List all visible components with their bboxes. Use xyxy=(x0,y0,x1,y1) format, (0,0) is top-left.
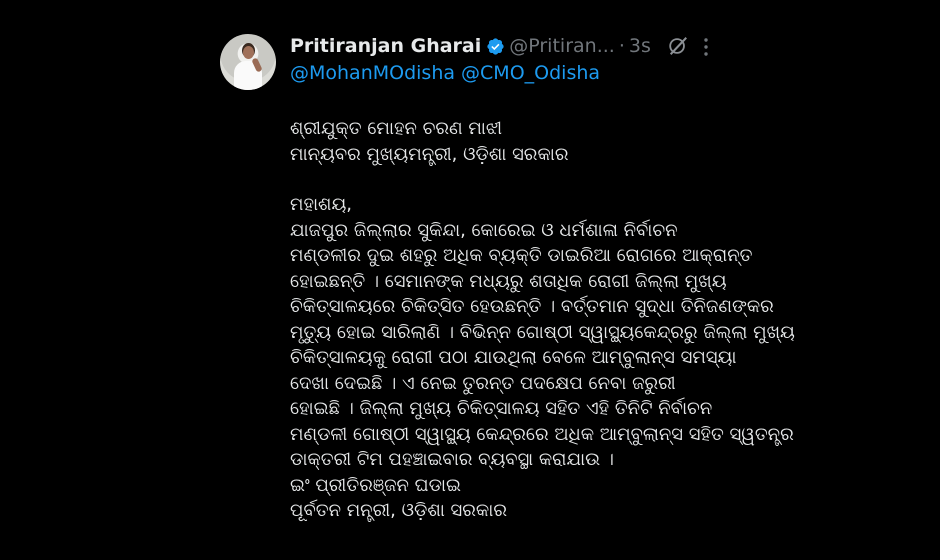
author-handle[interactable]: @Pritiran... xyxy=(509,35,615,57)
avatar[interactable] xyxy=(220,34,276,90)
text-line: ହୋଇଛନ୍ତି । ସେମାନଙ୍କ ମଧ୍ୟରୁ ଶତାଧିକ ରୋଗୀ ଜ… xyxy=(290,270,727,292)
avatar-face xyxy=(243,46,254,59)
mention-link[interactable]: @MohanMOdisha xyxy=(290,62,455,84)
text-line: ଦେଖା ଦେଇଛି । ଏ ନେଇ ତୁରନ୍ତ ପଦକ୍ଷେପ ନେବା ଜ… xyxy=(290,372,676,394)
text-line: ମଣ୍ଡଳୀ ଗୋଷ୍ଠୀ ସ୍ୱାସ୍ଥ୍ୟ କେନ୍ଦ୍ରରେ ଅଧିକ ଆ… xyxy=(290,423,794,445)
grok-icon[interactable] xyxy=(667,35,689,57)
text-line: ମାନ୍ୟବର ମୁଖ୍ୟମନ୍ତ୍ରୀ, ଓଡ଼ିଶା ସରକାର xyxy=(290,143,569,165)
text-line: ହୋଇଛି । ଜିଲ୍ଲା ମୁଖ୍ୟ ଚିକିତ୍ସାଳୟ ସହିତ ଏହି… xyxy=(290,398,713,419)
mention-link[interactable]: @CMO_Odisha xyxy=(461,62,600,84)
author-name[interactable]: Pritiranjan Gharai xyxy=(290,35,481,57)
tweet-timestamp[interactable]: 3s xyxy=(629,35,651,57)
reply-mentions: @MohanMOdisha @CMO_Odisha xyxy=(290,62,606,84)
verified-badge-icon xyxy=(487,37,504,55)
text-line: ଯାଜପୁର ଜିଲ୍ଲାର ସୁକିନ୍ଦା, କୋରେଇ ଓ ଧର୍ମଶାଳ… xyxy=(290,219,678,241)
text-line: ମଣ୍ଡଳୀର ଦୁଇ ଶହରୁ ଅଧିକ ବ୍ୟକ୍ତି ଡାଇରିଆ ରୋଗ… xyxy=(290,245,753,266)
tweet-text: ଶ୍ରୀଯୁକ୍ତ ମୋହନ ଚରଣ ମାଝୀ ମାନ୍ୟବର ମୁଖ୍ୟମନ୍… xyxy=(290,116,795,524)
more-vertical-icon[interactable] xyxy=(704,38,708,56)
text-line: ଇଂ ପ୍ରୀତିରଞ୍ଜନ ଘଡାଇ xyxy=(290,474,461,496)
text-line: ଶ୍ରୀଯୁକ୍ତ ମୋହନ ଚରଣ ମାଝୀ xyxy=(290,118,503,139)
text-line: ମହାଶୟ, xyxy=(290,194,353,215)
text-line: ଡାକ୍ତରୀ ଟିମ ପହଞ୍ଚାଇବାର ବ୍ୟବସ୍ଥା କରାଯାଉ । xyxy=(290,449,614,470)
text-line: ମୃତ୍ୟୁ ହୋଇ ସାରିଲାଣି । ବିଭିନ୍ନ ଗୋଷ୍ଠୀ ସ୍ୱ… xyxy=(290,321,795,343)
tweet-header: Pritiranjan Gharai @Pritiran... · 3s xyxy=(290,32,740,60)
separator-dot: · xyxy=(618,35,625,57)
text-line: ପୂର୍ବତନ ମନ୍ତ୍ରୀ, ଓଡ଼ିଶା ସରକାର xyxy=(290,500,507,521)
text-line: ଚିକିତ୍ସାଳୟରେ ଚିକିତ୍ସିତ ହେଉଛନ୍ତି । ବର୍ତ୍ତ… xyxy=(290,296,774,317)
text-line: ଚିକିତ୍ସାଳୟକୁ ରୋଗୀ ପଠା ଯାଉଥିଲା ବେଳେ ଆମ୍ବୁ… xyxy=(290,347,737,368)
